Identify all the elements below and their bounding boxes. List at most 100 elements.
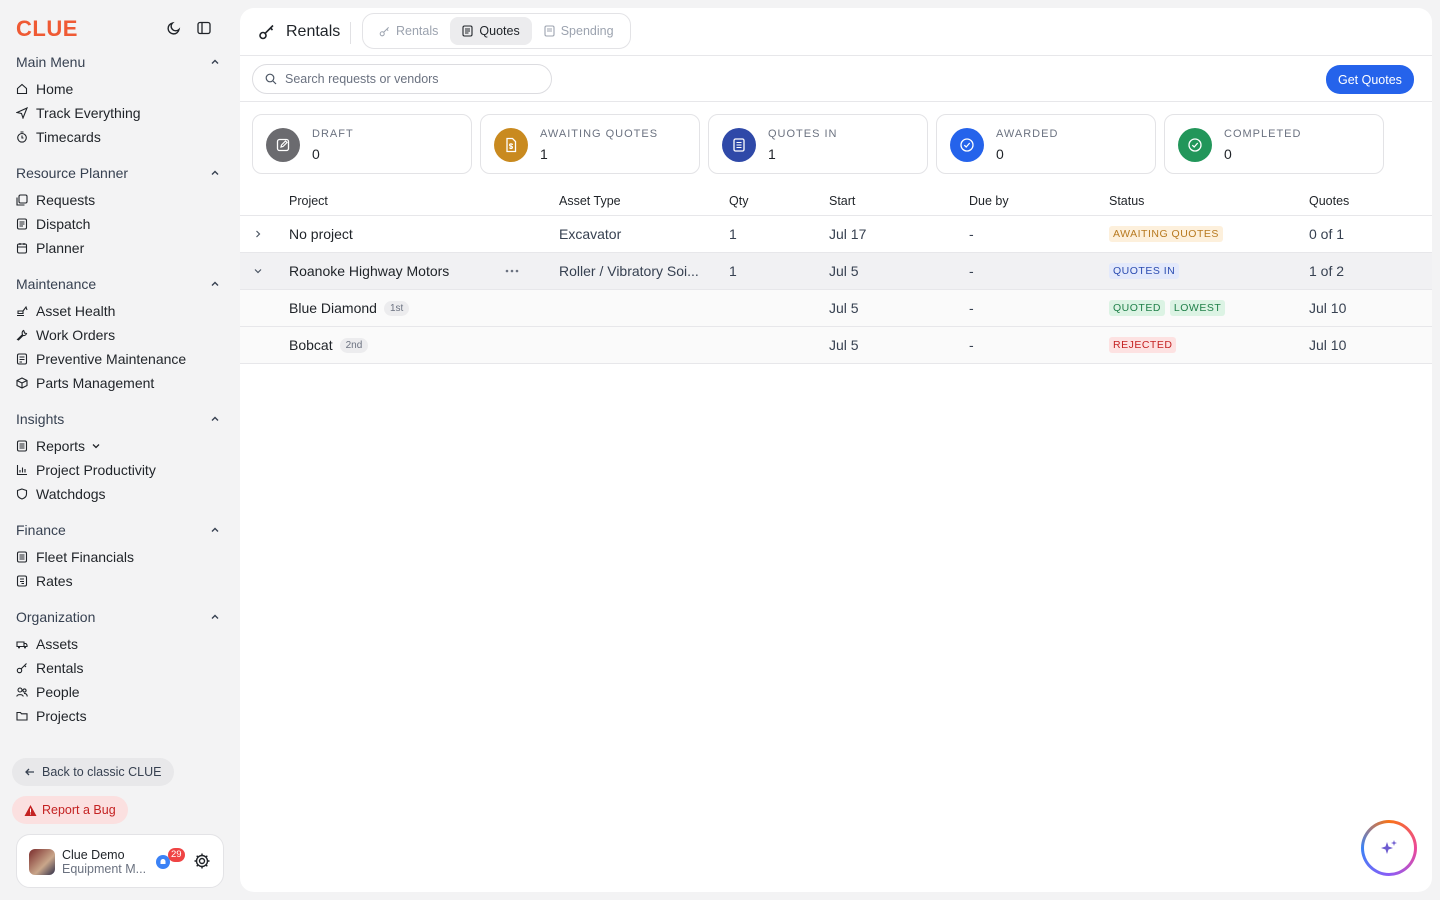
- edit-icon: [266, 128, 300, 162]
- sidebar-item-asset-health[interactable]: Asset Health: [16, 299, 224, 323]
- user-card[interactable]: Clue Demo Equipment M... 29: [16, 834, 224, 888]
- asset-type: Roller / Vibratory Soi...: [559, 263, 699, 279]
- sidebar-item-reports[interactable]: Reports: [16, 434, 224, 458]
- lowest-badge: LOWEST: [1169, 300, 1226, 316]
- moon-icon[interactable]: [164, 18, 184, 38]
- sidebar-item-label: Timecards: [36, 129, 101, 145]
- report-bug-button[interactable]: Report a Bug: [12, 796, 128, 824]
- section-header[interactable]: Insights: [16, 409, 224, 429]
- column-header-start[interactable]: Start: [829, 186, 929, 215]
- sidebar-item-label: Planner: [36, 240, 85, 256]
- topbar: Rentals Rentals Quotes Spending: [240, 8, 1432, 56]
- status-cell: QUOTES IN: [1109, 253, 1289, 289]
- qty: 1: [729, 263, 737, 279]
- stat-awarded[interactable]: AWARDED 0: [936, 114, 1156, 174]
- truck-icon: [16, 638, 28, 650]
- more-options-icon[interactable]: [502, 253, 522, 289]
- stat-quotes-in[interactable]: QUOTES IN 1: [708, 114, 928, 174]
- section-header[interactable]: Finance: [16, 520, 224, 540]
- box-icon: [16, 377, 28, 389]
- user-name: Clue Demo: [62, 848, 125, 862]
- sidebar-item-label: Rentals: [36, 660, 84, 676]
- column-header-project[interactable]: Project: [289, 186, 549, 215]
- quotes-count: 1 of 2: [1309, 263, 1345, 279]
- sidebar-item-people[interactable]: People: [16, 680, 224, 704]
- get-quotes-button[interactable]: Get Quotes: [1326, 65, 1414, 94]
- chevron-down-icon[interactable]: [248, 253, 268, 289]
- stat-completed[interactable]: COMPLETED 0: [1164, 114, 1384, 174]
- sidebar-item-label: Fleet Financials: [36, 549, 135, 565]
- sidebar-item-watchdogs[interactable]: Watchdogs: [16, 482, 224, 506]
- sidebar-item-project-productivity[interactable]: Project Productivity: [16, 458, 224, 482]
- column-header-qty[interactable]: Qty: [729, 186, 789, 215]
- report-icon: [16, 440, 28, 452]
- quotes-table: Project Asset Type Qty Start Due by Stat…: [240, 186, 1432, 364]
- sidebar-toggle-icon[interactable]: [194, 18, 214, 38]
- section-header[interactable]: Maintenance: [16, 274, 224, 294]
- stat-value: 0: [1224, 146, 1232, 162]
- check-badge-icon: [950, 128, 984, 162]
- stat-label: COMPLETED: [1224, 128, 1302, 140]
- quote-row[interactable]: Bobcat 2nd Jul 5 - REJECTED Jul 10: [240, 327, 1432, 364]
- sidebar-item-rates[interactable]: Rates: [16, 569, 224, 593]
- checklist-icon: [16, 353, 28, 365]
- section-header[interactable]: Main Menu: [16, 52, 224, 72]
- sidebar-item-planner[interactable]: Planner: [16, 236, 224, 260]
- sidebar-item-projects[interactable]: Projects: [16, 704, 224, 728]
- rank-badge: 2nd: [339, 337, 369, 353]
- section-header[interactable]: Organization: [16, 607, 224, 627]
- status-badge: QUOTED: [1109, 300, 1165, 316]
- sidebar-item-work-orders[interactable]: Work Orders: [16, 323, 224, 347]
- chevron-up-icon: [211, 527, 219, 532]
- stat-awaiting-quotes[interactable]: AWAITING QUOTES 1: [480, 114, 700, 174]
- tab-rentals[interactable]: Rentals: [367, 17, 450, 45]
- quote-row[interactable]: Blue Diamond 1st Jul 5 - QUOTED LOWEST J…: [240, 290, 1432, 327]
- notification-count: 29: [168, 848, 185, 862]
- back-to-classic-button[interactable]: Back to classic CLUE: [12, 758, 174, 786]
- sidebar-item-assets[interactable]: Assets: [16, 632, 224, 656]
- sidebar-item-label: People: [36, 684, 80, 700]
- sidebar-item-parts-management[interactable]: Parts Management: [16, 371, 224, 395]
- gear-icon[interactable]: [193, 852, 211, 873]
- tab-label: Spending: [560, 24, 614, 38]
- quotes-count: 0 of 1: [1309, 226, 1345, 242]
- sidebar-item-label: Assets: [36, 636, 79, 652]
- sidebar-item-label: Reports: [36, 438, 86, 454]
- sidebar-item-track-everything[interactable]: Track Everything: [16, 101, 224, 125]
- sidebar-item-requests[interactable]: Requests: [16, 188, 224, 212]
- section-header[interactable]: Resource Planner: [16, 163, 224, 183]
- column-header-due-by[interactable]: Due by: [969, 186, 1069, 215]
- chevron-right-icon[interactable]: [248, 216, 268, 252]
- ai-assistant-button[interactable]: [1361, 820, 1417, 876]
- sidebar-item-timecards[interactable]: Timecards: [16, 125, 224, 149]
- sidebar-item-preventive-maintenance[interactable]: Preventive Maintenance: [16, 347, 224, 371]
- logo: CLUE: [16, 16, 78, 41]
- bar-chart-icon: [16, 464, 28, 476]
- bug-label: Report a Bug: [42, 803, 116, 817]
- sidebar-item-rentals[interactable]: Rentals: [16, 656, 224, 680]
- page-title: Rentals: [286, 23, 341, 40]
- sidebar: CLUE Main Menu Home Track Everything Tim…: [0, 0, 240, 900]
- tab-quotes[interactable]: Quotes: [450, 17, 532, 45]
- column-header-status[interactable]: Status: [1109, 186, 1289, 215]
- stat-draft[interactable]: DRAFT 0: [252, 114, 472, 174]
- column-header-quotes[interactable]: Quotes: [1309, 186, 1409, 215]
- section-title: Insights: [16, 411, 65, 427]
- status-badge: QUOTES IN: [1109, 263, 1180, 279]
- key-icon: [379, 26, 390, 37]
- sidebar-item-label: Project Productivity: [36, 462, 156, 478]
- search-input[interactable]: [285, 72, 535, 86]
- sidebar-item-dispatch[interactable]: Dispatch: [16, 212, 224, 236]
- folder-icon: [16, 710, 28, 722]
- receipt-icon: [544, 25, 555, 37]
- sidebar-item-label: Preventive Maintenance: [36, 351, 187, 367]
- tab-spending[interactable]: Spending: [532, 17, 626, 45]
- file-dollar-icon: [494, 128, 528, 162]
- chevron-up-icon: [211, 281, 219, 286]
- table-row[interactable]: No project Excavator 1 Jul 17 - AWAITING…: [240, 216, 1432, 253]
- table-row[interactable]: Roanoke Highway Motors Roller / Vibrator…: [240, 253, 1432, 290]
- sidebar-item-fleet-financials[interactable]: Fleet Financials: [16, 545, 224, 569]
- qty: 1: [729, 226, 737, 242]
- sidebar-item-home[interactable]: Home: [16, 77, 224, 101]
- column-header-asset-type[interactable]: Asset Type: [559, 186, 699, 215]
